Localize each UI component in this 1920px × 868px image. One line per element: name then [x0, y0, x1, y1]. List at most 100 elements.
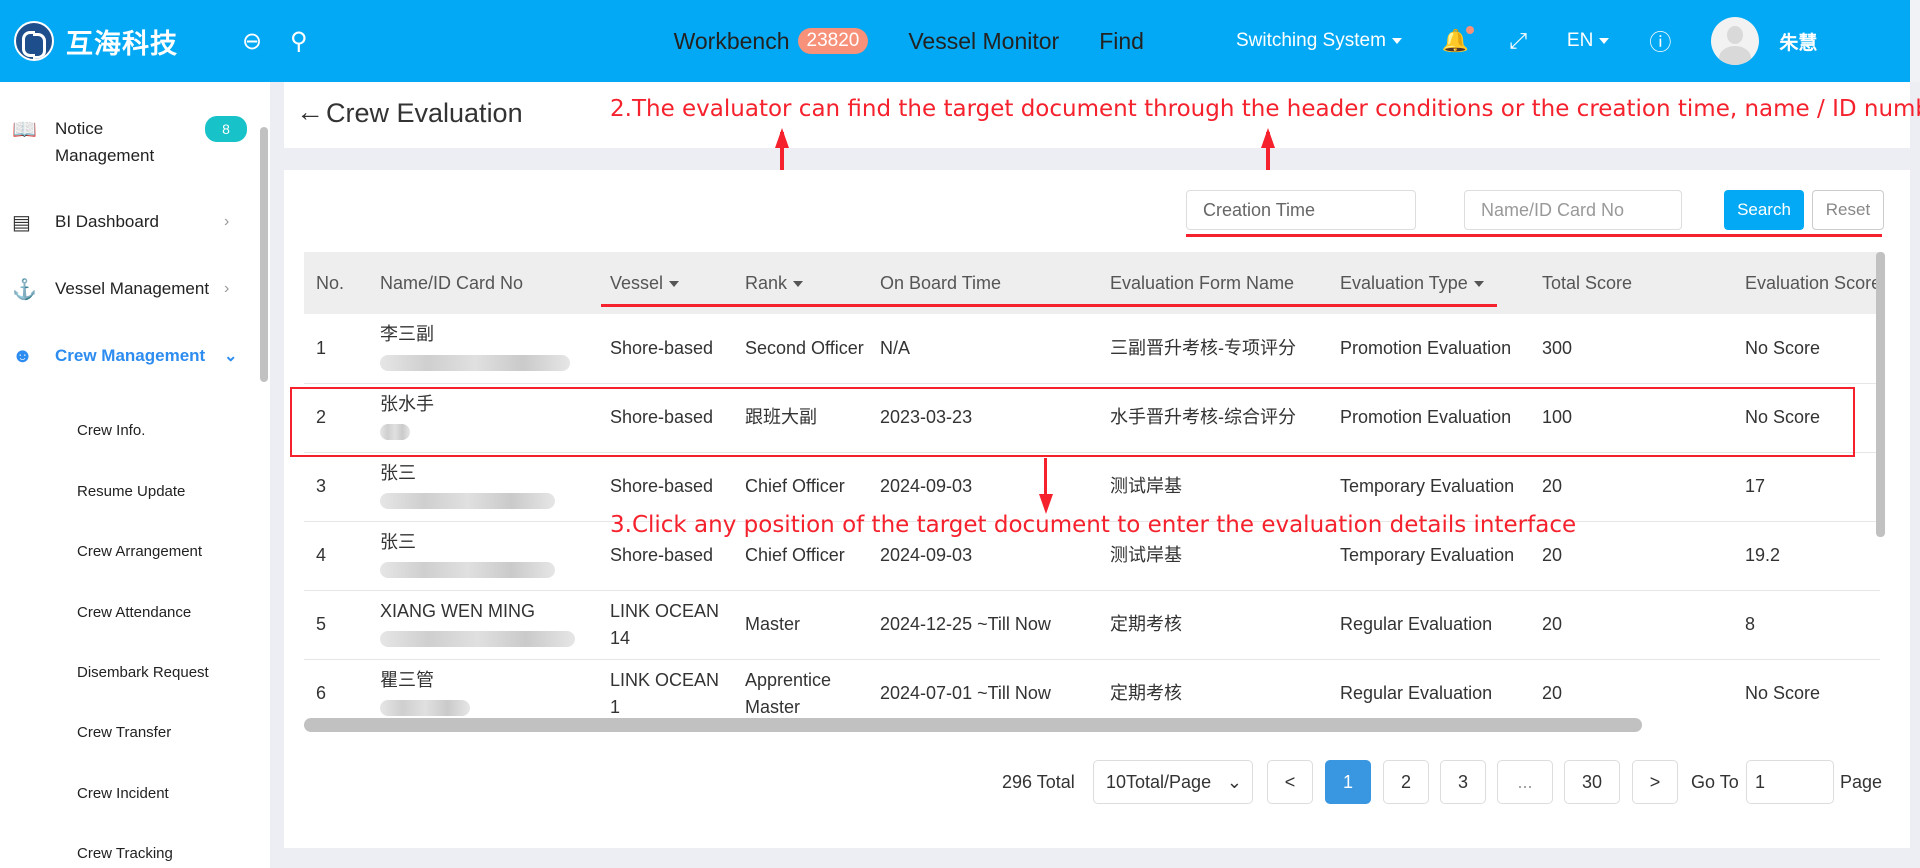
- user-name[interactable]: 朱慧: [1779, 28, 1817, 55]
- reset-button[interactable]: Reset: [1812, 190, 1884, 230]
- table-row[interactable]: 3 张三 Shore-based Chief Officer 2024-09-03 测试岸…: [304, 452, 1880, 522]
- page-title: Crew Evaluation: [326, 98, 523, 128]
- sidebar-sub-disembark-request[interactable]: Disembark Request: [77, 664, 209, 681]
- top-bar: 互海科技 ⊖ ⚲ Workbench 23820 Vessel Monitor …: [0, 0, 1920, 82]
- crew-name: 张三: [380, 462, 416, 483]
- avatar[interactable]: [1711, 17, 1760, 65]
- language-dropdown[interactable]: EN: [1567, 30, 1610, 52]
- goto-label: Go To: [1691, 772, 1739, 792]
- main-nav: Workbench 23820 Vessel Monitor Find: [674, 28, 1184, 55]
- cell-score: No Score: [1733, 314, 1880, 384]
- cell-form-name: 定期考核: [1098, 659, 1328, 722]
- fullscreen-icon[interactable]: ⤢: [1509, 28, 1527, 54]
- crew-name: 李三副: [380, 324, 434, 345]
- cell-no: 5: [304, 590, 368, 660]
- table-row[interactable]: 6 瞿三管 LINK OCEAN 1 Apprentice Master 2024-07…: [304, 659, 1880, 722]
- annotation-underline: [601, 304, 1497, 307]
- cell-rank: Apprentice Master: [733, 659, 868, 722]
- chevron-down-icon: ⌄: [224, 348, 238, 365]
- search-icon[interactable]: ⚲: [290, 27, 308, 56]
- help-icon[interactable]: ⓘ: [1649, 25, 1671, 57]
- nav-label: Workbench: [673, 27, 790, 54]
- table-horizontal-scrollbar[interactable]: [304, 718, 1642, 732]
- annotation-step-2: 2.The evaluator can find the target docu…: [610, 96, 1920, 122]
- col-score: Evaluation Score: [1733, 252, 1880, 314]
- prev-page-button[interactable]: <: [1267, 760, 1313, 804]
- table-row[interactable]: 5 XIANG WEN MING LINK OCEAN 14 Master 2024-1…: [304, 590, 1880, 660]
- cell-total: 20: [1530, 452, 1733, 522]
- sidebar-sub-crew-transfer[interactable]: Crew Transfer: [77, 724, 171, 741]
- page-ellipsis[interactable]: ...: [1497, 760, 1553, 804]
- cell-form-name: 测试岸基: [1098, 452, 1328, 522]
- sidebar-sub-crew-attendance[interactable]: Crew Attendance: [77, 604, 191, 621]
- page-button-30[interactable]: 30: [1564, 760, 1620, 804]
- back-arrow-icon[interactable]: ←: [296, 96, 324, 128]
- cell-vessel: Shore-based: [598, 452, 733, 522]
- evaluation-table: No. Name/ID Card No Vessel Rank On Board…: [304, 252, 1880, 722]
- sidebar-sub-crew-arrangement[interactable]: Crew Arrangement: [77, 543, 202, 560]
- col-label: Vessel: [610, 272, 664, 293]
- bar-chart-icon: ▤: [12, 211, 31, 234]
- crew-name: 张三: [380, 531, 416, 552]
- col-total: Total Score: [1530, 252, 1733, 314]
- sidebar-label: Notice: [55, 119, 104, 138]
- cell-type: Regular Evaluation: [1328, 590, 1530, 660]
- cell-type: Temporary Evaluation: [1328, 452, 1530, 522]
- cell-vessel: LINK OCEAN 1: [598, 659, 733, 722]
- cell-total: 20: [1530, 659, 1733, 722]
- sidebar-sub-crew-info[interactable]: Crew Info.: [77, 422, 145, 439]
- arrow-head-icon: [1039, 494, 1053, 514]
- table-row[interactable]: 1 李三副 Shore-based Second Officer N/A 三副晋升考核-专…: [304, 314, 1880, 384]
- page-size-select[interactable]: 10Total/Page ⌄: [1093, 760, 1253, 804]
- cell-rank: Chief Officer: [733, 452, 868, 522]
- cell-name: 李三副: [368, 314, 598, 384]
- sidebar-sub-resume-update[interactable]: Resume Update: [77, 483, 185, 500]
- cell-score: 17: [1733, 452, 1880, 522]
- cell-no: 6: [304, 659, 368, 722]
- bell-icon[interactable]: 🔔: [1442, 26, 1475, 54]
- sidebar-sub-crew-tracking[interactable]: Crew Tracking: [77, 845, 173, 862]
- creation-time-input[interactable]: Creation Time: [1186, 190, 1416, 230]
- page-button-1[interactable]: 1: [1325, 760, 1371, 804]
- cell-vessel: LINK OCEAN 14: [598, 590, 733, 660]
- nav-vessel-monitor[interactable]: Vessel Monitor: [908, 28, 1059, 55]
- cell-onboard: 2024-12-25 ~Till Now: [868, 590, 1098, 660]
- next-page-button[interactable]: >: [1632, 760, 1678, 804]
- id-number-redacted: [380, 630, 575, 647]
- nav-find[interactable]: Find: [1099, 28, 1144, 55]
- brand-name: 互海科技: [66, 28, 178, 59]
- sidebar-item-notice[interactable]: 📖 Notice 8: [0, 114, 250, 144]
- sidebar-scrollbar[interactable]: [260, 127, 268, 382]
- cell-name: 张三: [368, 452, 598, 522]
- book-icon: 📖: [12, 118, 37, 141]
- goto-page-input[interactable]: 1: [1746, 760, 1834, 804]
- cell-score: 19.2: [1733, 521, 1880, 591]
- cell-vessel: Shore-based: [598, 314, 733, 384]
- search-button[interactable]: Search: [1724, 190, 1804, 230]
- switch-system-dropdown[interactable]: Switching System: [1236, 30, 1402, 52]
- caret-down-icon: [793, 280, 804, 287]
- logo[interactable]: 互海科技: [14, 21, 178, 61]
- nav-workbench[interactable]: Workbench 23820: [674, 28, 869, 55]
- name-id-search-input[interactable]: Name/ID Card No: [1464, 190, 1682, 230]
- caret-down-icon: [1391, 37, 1402, 44]
- switch-system-label: Switching System: [1235, 30, 1386, 51]
- id-number-redacted: [380, 354, 570, 371]
- sidebar-sub-crew-incident[interactable]: Crew Incident: [77, 785, 169, 802]
- cell-no: 3: [304, 452, 368, 522]
- page-button-3[interactable]: 3: [1440, 760, 1486, 804]
- cell-name: XIANG WEN MING: [368, 590, 598, 660]
- sidebar-label: BI Dashboard: [55, 212, 159, 231]
- caret-down-icon: [1599, 37, 1610, 44]
- cell-rank: Second Officer: [733, 314, 868, 384]
- total-count: 296 Total: [1002, 772, 1075, 792]
- sidebar-label: Management: [55, 146, 155, 165]
- cell-total: 300: [1530, 314, 1733, 384]
- page-button-2[interactable]: 2: [1383, 760, 1429, 804]
- id-number-redacted: [380, 492, 555, 509]
- sidebar: 📖 Notice 8 Management ▤ BI Dashboard › ⚓…: [0, 82, 270, 868]
- cell-onboard: N/A: [868, 314, 1098, 384]
- annotation-underline: [1186, 234, 1882, 237]
- back-circle-icon[interactable]: ⊖: [238, 27, 266, 56]
- table-vertical-scrollbar[interactable]: [1876, 252, 1885, 537]
